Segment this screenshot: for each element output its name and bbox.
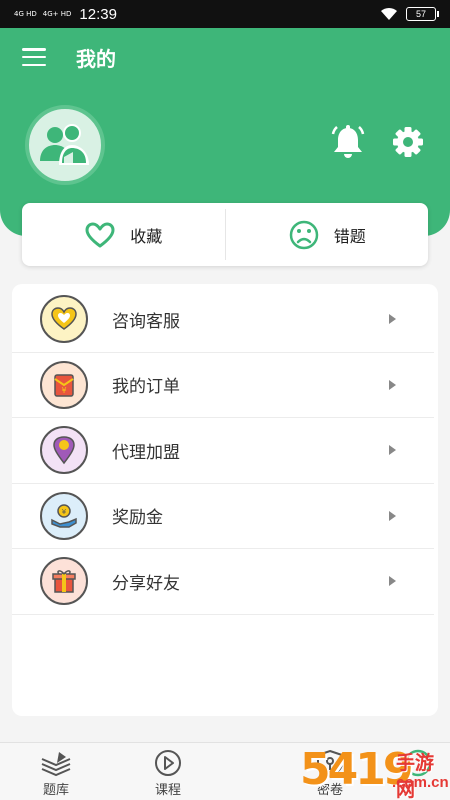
menu-item-share-friends[interactable]: 分享好友 — [12, 549, 434, 615]
hamburger-menu-icon[interactable] — [22, 48, 46, 66]
play-icon — [155, 750, 181, 776]
customer-service-icon — [40, 295, 88, 344]
battery-level: 57 — [415, 9, 426, 19]
menu-item-label: 代理加盟 — [112, 442, 180, 463]
gift-icon — [40, 557, 88, 606]
status-bar: 4G HD 4G+ HD 12:39 57 — [0, 0, 450, 28]
menu-item-label: 分享好友 — [112, 573, 180, 594]
wrong-questions-label: 错题 — [333, 226, 366, 246]
book-icon — [41, 752, 71, 777]
app-bar: 我的 — [0, 28, 450, 86]
avatar[interactable] — [25, 105, 105, 185]
menu-item-agency-join[interactable]: 代理加盟 — [12, 418, 434, 484]
gear-icon[interactable] — [388, 122, 428, 162]
bell-icon[interactable] — [328, 122, 368, 162]
svg-text:¥: ¥ — [62, 508, 67, 516]
chevron-right-icon — [389, 379, 396, 390]
location-pin-icon — [40, 426, 88, 475]
nav-item-courses[interactable]: 课程 — [112, 743, 224, 800]
menu-item-reward[interactable]: ¥ 奖励金 — [12, 484, 434, 549]
network-indicators: 4G HD 4G+ HD — [14, 10, 71, 18]
reward-icon: ¥ — [40, 491, 88, 540]
nav-label: 题库 — [42, 783, 69, 798]
menu-item-label: 咨询客服 — [112, 311, 180, 332]
chevron-right-icon — [389, 445, 396, 456]
sad-face-icon — [289, 220, 318, 249]
favorites-button[interactable]: 收藏 — [22, 203, 225, 266]
page-title: 我的 — [76, 46, 116, 71]
users-icon — [40, 124, 89, 165]
chevron-right-icon — [389, 314, 396, 325]
wrong-questions-button[interactable]: 错题 — [226, 203, 429, 266]
wifi-icon — [381, 7, 397, 20]
heart-icon — [85, 222, 115, 247]
network-label-1: 4G HD — [14, 10, 37, 18]
menu-list: 咨询客服 ¥ 我的订单 代理加盟 ¥ 奖励金 分享好友 — [12, 284, 438, 716]
menu-item-label: 奖励金 — [112, 508, 163, 529]
status-time: 12:39 — [79, 5, 117, 23]
menu-item-customer-service[interactable]: 咨询客服 — [12, 287, 434, 353]
menu-item-my-orders[interactable]: ¥ 我的订单 — [12, 353, 434, 418]
chevron-right-icon — [389, 576, 396, 587]
chevron-right-icon — [389, 510, 396, 521]
svg-text:¥: ¥ — [61, 386, 66, 395]
order-icon: ¥ — [40, 360, 88, 409]
quick-actions-card: 收藏 错题 — [22, 203, 428, 266]
menu-item-label: 我的订单 — [112, 377, 180, 398]
favorites-label: 收藏 — [130, 226, 163, 246]
watermark-sub2: .com.cn — [392, 774, 449, 791]
battery-icon: 57 — [406, 7, 439, 21]
nav-label: 课程 — [154, 783, 181, 798]
nav-item-question-bank[interactable]: 题库 — [0, 743, 112, 800]
watermark-logo: 5419 手游网 .com.cn — [300, 742, 450, 800]
network-label-2: 4G+ HD — [42, 10, 72, 18]
